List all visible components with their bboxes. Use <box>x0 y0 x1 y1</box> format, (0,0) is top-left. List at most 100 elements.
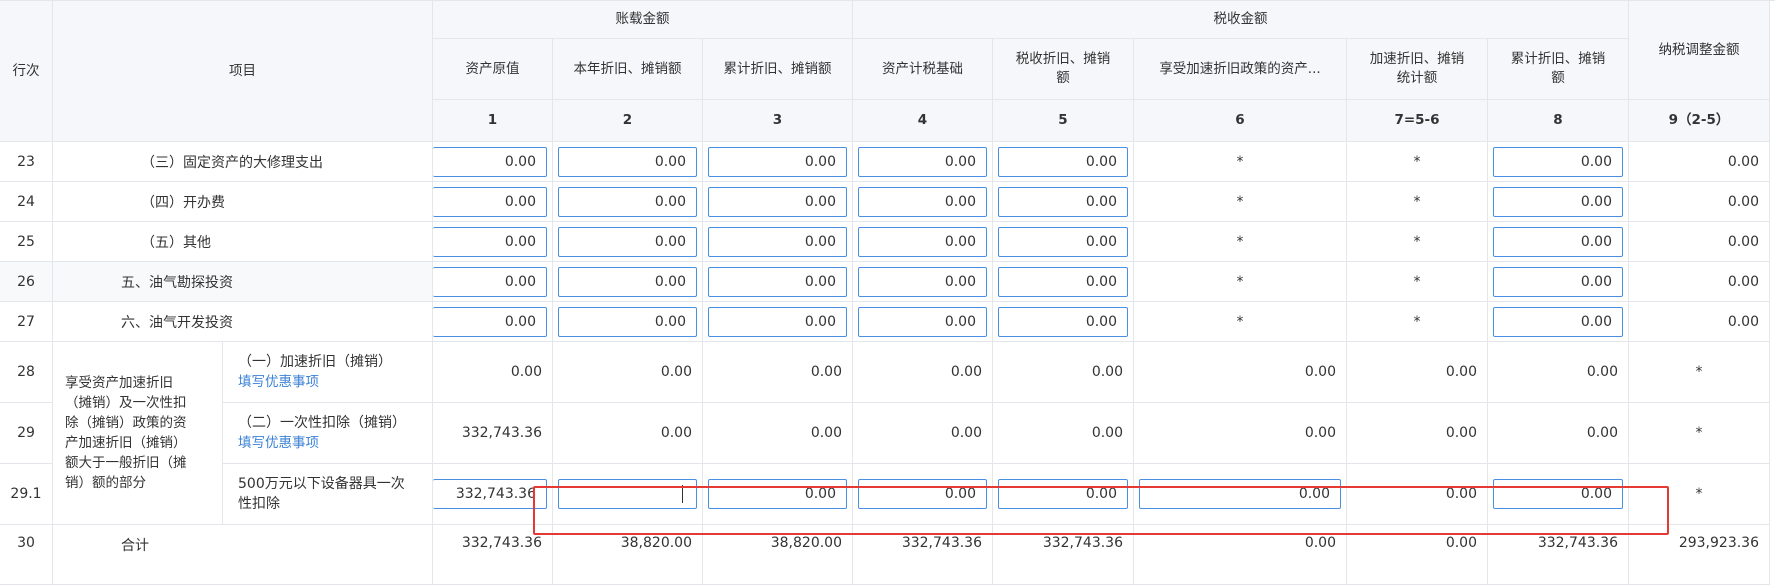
amount-input[interactable]: 0.00 <box>998 306 1128 337</box>
row-label: 五、油气勘探投资 <box>53 262 433 302</box>
row-no: 30 <box>0 525 53 585</box>
text-cursor <box>682 485 683 503</box>
amount-input[interactable]: 0.00 <box>998 479 1128 509</box>
cell-readonly: 0.00 <box>1347 403 1488 464</box>
cell: 0.00 <box>1488 182 1629 222</box>
amount-input[interactable]: 0.00 <box>558 186 697 217</box>
cell-readonly: 0.00 <box>853 342 993 403</box>
cell-readonly: 0.00 <box>1134 342 1347 403</box>
amount-input[interactable]: 0.00 <box>998 226 1128 257</box>
row-label: （三）固定资产的大修理支出 <box>53 142 433 182</box>
amount-input[interactable]: 0.00 <box>1493 146 1623 177</box>
header-num-1: 1 <box>433 100 553 142</box>
header-group-tax: 税收金额 <box>853 1 1629 39</box>
amount-input[interactable]: 0.00 <box>433 186 547 217</box>
cell-readonly: 0.00 <box>703 342 853 403</box>
header-col-5: 税收折旧、摊销额 <box>993 39 1134 100</box>
amount-input[interactable]: 0.00 <box>1493 306 1623 337</box>
cell: 0.00 <box>703 262 853 302</box>
cell-readonly: * <box>1134 142 1347 182</box>
header-row-no: 行次 <box>0 1 53 142</box>
row-label: （二）一次性扣除（摊销） 填写优惠事项 <box>223 403 433 464</box>
cell-readonly: 0.00 <box>433 342 553 403</box>
header-col-6: 享受加速折旧政策的资产... <box>1134 39 1347 100</box>
row-label: （四）开办费 <box>53 182 433 222</box>
cell-readonly: 0.00 <box>1629 142 1770 182</box>
cell: 0.00 <box>553 182 703 222</box>
amount-input[interactable]: 0.00 <box>858 306 987 337</box>
cell-readonly: * <box>1347 302 1488 342</box>
amount-input-focused[interactable] <box>558 479 697 509</box>
amount-input[interactable]: 0.00 <box>433 266 547 297</box>
cell: 0.00 <box>993 182 1134 222</box>
cell: 0.00 <box>1488 142 1629 182</box>
amount-input[interactable]: 0.00 <box>858 226 987 257</box>
cell: 0.00 <box>993 222 1134 262</box>
row-label: 500万元以下设备器具一次 性扣除 <box>223 464 433 525</box>
cell: 332,743.36 <box>433 464 553 525</box>
cell: 0.00 <box>993 262 1134 302</box>
amount-input[interactable]: 0.00 <box>558 266 697 297</box>
cell: 0.00 <box>853 222 993 262</box>
row-label: 合计 <box>53 525 433 585</box>
header-group-book: 账载金额 <box>433 1 853 39</box>
amount-input[interactable]: 0.00 <box>998 266 1128 297</box>
cell: 0.00 <box>1134 464 1347 525</box>
header-num-2: 2 <box>553 100 703 142</box>
amount-input[interactable]: 0.00 <box>1139 479 1341 509</box>
amount-input[interactable]: 0.00 <box>433 226 547 257</box>
header-num-9: 9（2-5） <box>1629 100 1770 142</box>
amount-input[interactable]: 0.00 <box>433 306 547 337</box>
amount-input[interactable]: 0.00 <box>433 146 547 177</box>
fill-preference-link[interactable]: 填写优惠事项 <box>238 433 319 453</box>
amount-input[interactable]: 0.00 <box>708 146 847 177</box>
cell <box>553 464 703 525</box>
cell: 0.00 <box>853 182 993 222</box>
amount-input[interactable]: 0.00 <box>708 226 847 257</box>
header-num-6: 6 <box>1134 100 1347 142</box>
header-col-8: 累计折旧、摊销额 <box>1488 39 1629 100</box>
amount-input[interactable]: 0.00 <box>708 479 847 509</box>
cell-readonly: 0.00 <box>1629 182 1770 222</box>
amount-input[interactable]: 0.00 <box>858 479 987 509</box>
group-label-line: 销）额的部分 <box>65 475 146 491</box>
header-col-4: 资产计税基础 <box>853 39 993 100</box>
header-item: 项目 <box>53 1 433 142</box>
amount-input[interactable]: 0.00 <box>1493 266 1623 297</box>
cell: 0.00 <box>853 142 993 182</box>
cell-readonly: 0.00 <box>1134 403 1347 464</box>
asset-depreciation-table: 行次 项目 账载金额 税收金额 纳税调整金额 资产原值 本年折旧、摊销额 累计折… <box>0 0 1775 585</box>
amount-input[interactable]: 0.00 <box>558 226 697 257</box>
group-label-line: 享受资产加速折旧 <box>65 375 173 391</box>
amount-input[interactable]: 0.00 <box>708 266 847 297</box>
group-label-line: （摊销）及一次性扣 <box>65 395 187 411</box>
amount-input[interactable]: 0.00 <box>708 306 847 337</box>
amount-input[interactable]: 0.00 <box>1493 226 1623 257</box>
header-col-3: 累计折旧、摊销额 <box>703 39 853 100</box>
amount-input[interactable]: 0.00 <box>858 186 987 217</box>
amount-input[interactable]: 0.00 <box>858 146 987 177</box>
cell: 0.00 <box>433 182 553 222</box>
cell-readonly: 0.00 <box>853 403 993 464</box>
amount-input[interactable]: 0.00 <box>558 306 697 337</box>
cell-readonly: * <box>1347 182 1488 222</box>
amount-input[interactable]: 0.00 <box>1493 479 1623 509</box>
amount-input[interactable]: 0.00 <box>998 146 1128 177</box>
cell: 0.00 <box>993 142 1134 182</box>
amount-input[interactable]: 0.00 <box>858 266 987 297</box>
fill-preference-link[interactable]: 填写优惠事项 <box>238 372 319 392</box>
cell: 0.00 <box>703 182 853 222</box>
cell: 0.00 <box>1488 464 1629 525</box>
amount-input[interactable]: 0.00 <box>998 186 1128 217</box>
amount-input[interactable]: 0.00 <box>708 186 847 217</box>
amount-input[interactable]: 0.00 <box>1493 186 1623 217</box>
cell-readonly: 332,743.36 <box>433 525 553 585</box>
cell: 0.00 <box>553 302 703 342</box>
amount-input[interactable]: 332,743.36 <box>433 479 547 509</box>
cell: 0.00 <box>703 464 853 525</box>
cell-readonly: 38,820.00 <box>553 525 703 585</box>
amount-input[interactable]: 0.00 <box>558 146 697 177</box>
header-col-7: 加速折旧、摊销统计额 <box>1347 39 1488 100</box>
cell-readonly: 38,820.00 <box>703 525 853 585</box>
group-label-line: 除（摊销）政策的资 <box>65 415 187 431</box>
